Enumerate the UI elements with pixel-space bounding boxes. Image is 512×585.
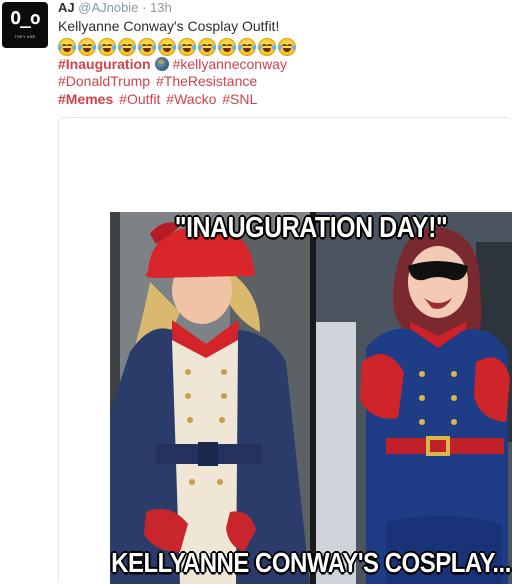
globe-icon	[154, 57, 169, 71]
hashtag-memes[interactable]: #Memes	[58, 91, 113, 107]
tweet-timestamp[interactable]: 13h	[150, 0, 172, 15]
face-with-tears-of-joy-icon	[138, 38, 156, 56]
hashtag-donaldtrump[interactable]: #DonaldTrump	[58, 73, 150, 89]
hashtag-line-3: #Memes #Outfit #Wacko #SNL	[58, 90, 259, 109]
avatar-tiny-text: THEY ARE	[14, 34, 36, 39]
face-with-tears-of-joy-icon	[198, 38, 216, 56]
meme-top-caption: "INAUGURATION DAY!"	[174, 212, 448, 245]
user-handle[interactable]: @AJnobie	[78, 0, 138, 15]
avatar-face-text: O_o	[10, 8, 41, 29]
tweet-header: AJ @AJnobie · 13h	[58, 0, 172, 16]
face-with-tears-of-joy-icon	[218, 38, 236, 56]
face-with-tears-of-joy-icon	[238, 38, 256, 56]
meme-bottom-caption: KELLYANNE CONWAY'S COSPLAY...	[111, 547, 511, 579]
hashtag-kellyanneconway[interactable]: #kellyanneconway	[173, 56, 287, 72]
tweet: O_o THEY ARE AJ @AJnobie · 13h Kellyanne…	[0, 0, 512, 585]
right-figure-illustration	[316, 212, 512, 584]
header-separator: ·	[142, 0, 147, 15]
hashtag-snl[interactable]: #SNL	[222, 91, 257, 107]
meme-right-panel	[316, 212, 512, 584]
user-name[interactable]: AJ	[58, 0, 75, 15]
face-with-tears-of-joy-icon	[178, 38, 196, 56]
face-with-tears-of-joy-icon	[98, 38, 116, 56]
tweet-text: Kellyanne Conway's Cosplay Outfit!	[58, 18, 280, 34]
hashtag-line-2: #DonaldTrump #TheResistance	[58, 72, 259, 91]
meme-left-panel	[110, 212, 310, 584]
face-with-tears-of-joy-icon	[78, 38, 96, 56]
face-with-tears-of-joy-icon	[158, 38, 176, 56]
emoji-row	[58, 38, 296, 56]
face-with-tears-of-joy-icon	[118, 38, 136, 56]
hashtag-outfit[interactable]: #Outfit	[119, 91, 160, 107]
hashtag-theresistance[interactable]: #TheResistance	[156, 73, 257, 89]
face-with-tears-of-joy-icon	[278, 38, 296, 56]
meme-image[interactable]: "INAUGURATION DAY!" KELLYANNE CONWAY'S C…	[110, 212, 512, 584]
face-with-tears-of-joy-icon	[58, 38, 76, 56]
avatar[interactable]: O_o THEY ARE	[2, 2, 48, 48]
hashtag-wacko[interactable]: #Wacko	[166, 91, 216, 107]
hashtag-inauguration[interactable]: #Inauguration	[58, 56, 151, 72]
left-figure-illustration	[110, 212, 310, 584]
face-with-tears-of-joy-icon	[258, 38, 276, 56]
